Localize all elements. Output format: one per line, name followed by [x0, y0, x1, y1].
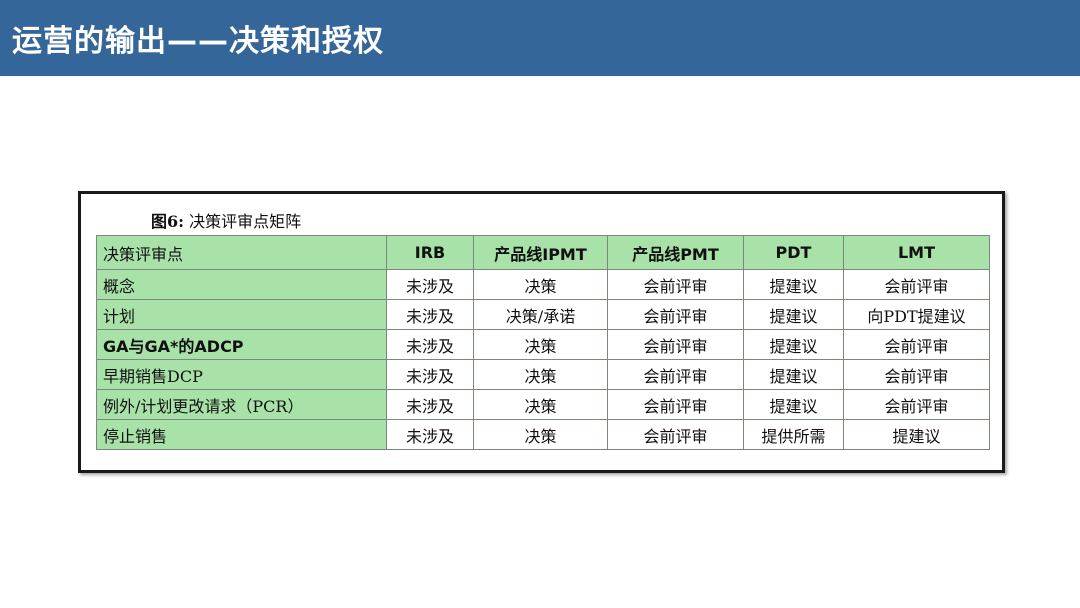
- table-cell: 会前评审: [843, 359, 990, 390]
- table-cell: 决策: [473, 359, 608, 390]
- table-cell: 会前评审: [843, 389, 990, 420]
- decision-matrix-table: 决策评审点 IRB 产品线IPMT 产品线PMT PDT LMT 概念 未涉及 …: [96, 235, 990, 450]
- row-header-cell: 例外/计划更改请求（PCR）: [96, 389, 387, 420]
- table-cell: 提建议: [743, 329, 844, 360]
- table-cell: 提建议: [843, 419, 990, 450]
- header-cell: PDT: [743, 235, 844, 270]
- table-cell: 提建议: [743, 389, 844, 420]
- slide-title: 运营的输出——决策和授权: [12, 24, 384, 59]
- table-cell: 会前评审: [607, 389, 744, 420]
- figure-caption-number: 图6:: [151, 212, 185, 231]
- table-row: 例外/计划更改请求（PCR） 未涉及 决策 会前评审 提建议 会前评审: [96, 389, 990, 420]
- table-cell: 提建议: [743, 269, 844, 300]
- table-cell: 未涉及: [386, 269, 474, 300]
- table-cell: 决策: [473, 269, 608, 300]
- table-row: 停止销售 未涉及 决策 会前评审 提供所需 提建议: [96, 419, 990, 450]
- row-header-cell: 早期销售DCP: [96, 359, 387, 390]
- table-cell: 未涉及: [386, 329, 474, 360]
- table-cell: 决策: [473, 329, 608, 360]
- table-cell: 会前评审: [607, 419, 744, 450]
- table-header-row: 决策评审点 IRB 产品线IPMT 产品线PMT PDT LMT: [96, 235, 990, 270]
- row-header-cell: 概念: [96, 269, 387, 300]
- table-cell: 决策/承诺: [473, 299, 608, 330]
- table-cell: 未涉及: [386, 299, 474, 330]
- header-cell: 产品线IPMT: [473, 235, 608, 270]
- header-cell: 决策评审点: [96, 235, 387, 270]
- table-row: 计划 未涉及 决策/承诺 会前评审 提建议 向PDT提建议: [96, 299, 990, 330]
- table-cell: 会前评审: [843, 329, 990, 360]
- row-header-cell: GA与GA*的ADCP: [96, 329, 387, 360]
- table-cell: 向PDT提建议: [843, 299, 990, 330]
- table-cell: 决策: [473, 389, 608, 420]
- figure-caption: 图6: 决策评审点矩阵: [151, 208, 301, 232]
- table-cell: 提建议: [743, 359, 844, 390]
- table-cell: 未涉及: [386, 389, 474, 420]
- slide-title-bar: 运营的输出——决策和授权: [0, 0, 1080, 76]
- row-header-cell: 停止销售: [96, 419, 387, 450]
- table-cell: 会前评审: [843, 269, 990, 300]
- table-cell: 未涉及: [386, 359, 474, 390]
- table-row: 概念 未涉及 决策 会前评审 提建议 会前评审: [96, 269, 990, 300]
- figure-frame: 图6: 决策评审点矩阵 决策评审点 IRB 产品线IPMT 产品线PMT PDT…: [78, 191, 1005, 473]
- table-cell: 会前评审: [607, 299, 744, 330]
- table-cell: 会前评审: [607, 329, 744, 360]
- table-cell: 决策: [473, 419, 608, 450]
- table-row: 早期销售DCP 未涉及 决策 会前评审 提建议 会前评审: [96, 359, 990, 390]
- header-cell: LMT: [843, 235, 990, 270]
- table-cell: 会前评审: [607, 359, 744, 390]
- table-cell: 提建议: [743, 299, 844, 330]
- table-row: GA与GA*的ADCP 未涉及 决策 会前评审 提建议 会前评审: [96, 329, 990, 360]
- table-cell: 提供所需: [743, 419, 844, 450]
- header-cell: 产品线PMT: [607, 235, 744, 270]
- row-header-cell: 计划: [96, 299, 387, 330]
- header-cell: IRB: [386, 235, 474, 270]
- table-cell: 未涉及: [386, 419, 474, 450]
- table-cell: 会前评审: [607, 269, 744, 300]
- figure-caption-text: 决策评审点矩阵: [189, 212, 302, 231]
